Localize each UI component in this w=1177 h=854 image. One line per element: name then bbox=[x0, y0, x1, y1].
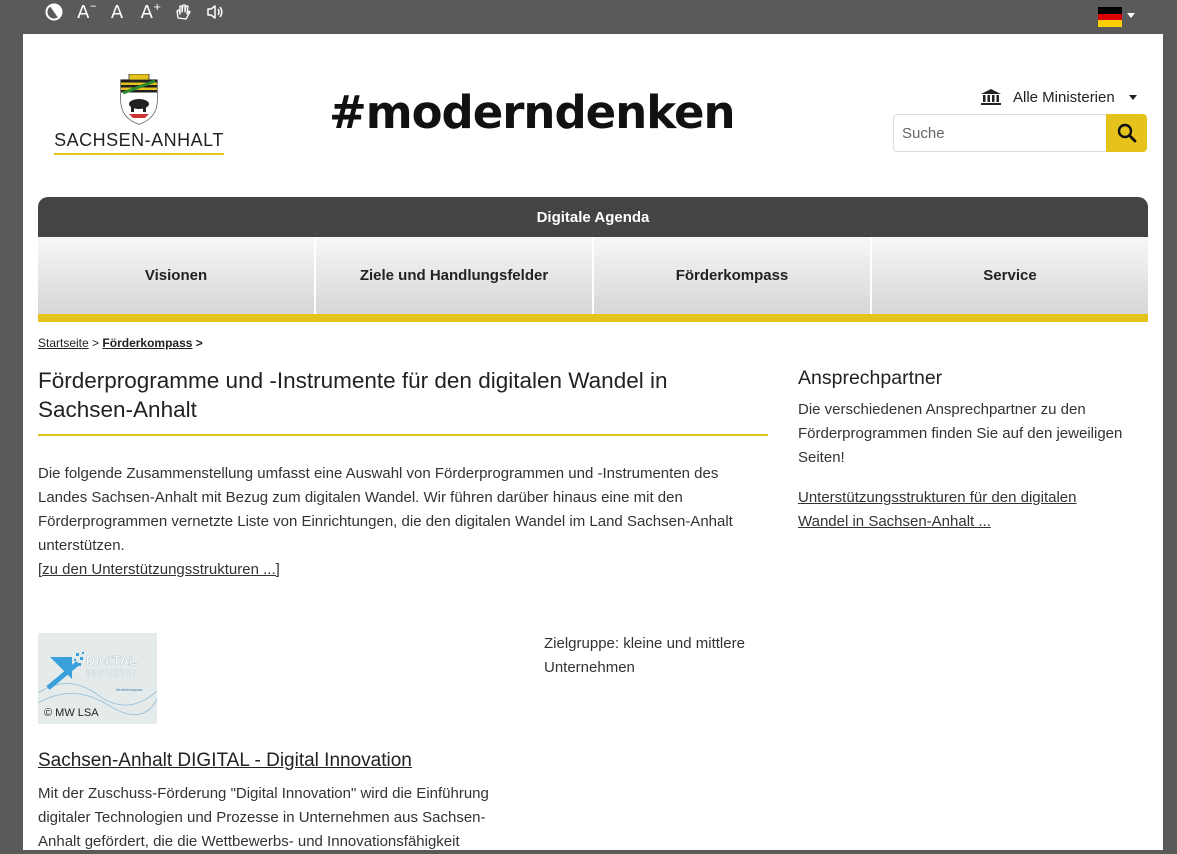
main-navigation: Visionen Ziele und Handlungsfelder Förde… bbox=[38, 237, 1148, 314]
article-thumbnail[interactable]: DIGITAL INNOVATION förderkompass © MW LS… bbox=[38, 633, 157, 724]
logo-sachsen-anhalt[interactable]: SACHSEN-ANHALT bbox=[54, 74, 224, 156]
font-larger-icon[interactable]: A + bbox=[140, 2, 162, 23]
intro-section: Die folgende Zusammenstellung umfasst ei… bbox=[38, 462, 768, 582]
thumb-title: DIGITAL bbox=[86, 653, 137, 668]
sign-language-icon[interactable] bbox=[173, 2, 193, 22]
sidebar-support-link[interactable]: Unterstützungsstrukturen für den digital… bbox=[798, 486, 1128, 534]
accessibility-toolbar: A − A A + bbox=[0, 0, 1177, 34]
sidebar-title: Ansprechpartner bbox=[798, 367, 943, 389]
logo-text: SACHSEN-ANHALT bbox=[54, 130, 224, 155]
coat-of-arms-icon bbox=[120, 74, 158, 125]
institution-icon bbox=[981, 89, 1001, 105]
thumb-subtitle: INNOVATION bbox=[86, 669, 135, 678]
nav-item-visionen[interactable]: Visionen bbox=[38, 237, 316, 314]
breadcrumb-separator: > bbox=[195, 336, 203, 350]
article-teaser: Mit der Zuschuss-Förderung "Digital Inno… bbox=[38, 785, 489, 850]
breadcrumb-current[interactable]: Förderkompass bbox=[102, 336, 192, 350]
article-title-link[interactable]: Sachsen-Anhalt DIGITAL - Digital Innovat… bbox=[38, 750, 412, 772]
page-content: SACHSEN-ANHALT #moderndenken Alle Minist… bbox=[23, 34, 1163, 850]
intro-text: Die folgende Zusammenstellung umfasst ei… bbox=[38, 465, 733, 554]
sidebar-text: Die verschiedenen Ansprechpartner zu den… bbox=[798, 401, 1123, 466]
chevron-down-icon bbox=[1128, 94, 1137, 100]
ministry-label: Alle Ministerien bbox=[1013, 88, 1115, 106]
hashtag-slogan: #moderndenken bbox=[329, 86, 736, 139]
breadcrumb: Startseite > Förderkompass > bbox=[38, 336, 203, 350]
search-icon bbox=[1117, 123, 1136, 143]
search-button[interactable] bbox=[1106, 114, 1147, 152]
nav-accent-bar bbox=[38, 314, 1148, 322]
image-copyright: © MW LSA bbox=[44, 707, 99, 719]
nav-item-foerderkompass[interactable]: Förderkompass bbox=[594, 237, 872, 314]
nav-item-service[interactable]: Service bbox=[872, 237, 1148, 314]
read-aloud-icon[interactable] bbox=[205, 2, 225, 22]
language-flag-icon[interactable] bbox=[1098, 7, 1122, 27]
ministry-dropdown[interactable]: Alle Ministerien bbox=[981, 86, 1137, 108]
font-normal-icon[interactable]: A bbox=[108, 2, 126, 23]
nav-item-ziele[interactable]: Ziele und Handlungsfelder bbox=[316, 237, 594, 314]
contrast-icon[interactable] bbox=[44, 2, 64, 22]
breadcrumb-separator: > bbox=[92, 336, 100, 350]
page-title: Förderprogramme und -Instrumente für den… bbox=[38, 366, 768, 436]
nav-digitale-agenda[interactable]: Digitale Agenda bbox=[38, 197, 1148, 237]
language-caret-icon[interactable] bbox=[1127, 13, 1135, 18]
search-input[interactable] bbox=[893, 114, 1106, 152]
search-box bbox=[893, 114, 1147, 152]
support-structures-link[interactable]: [zu den Unterstützungsstrukturen ...] bbox=[38, 561, 280, 578]
font-smaller-icon[interactable]: A − bbox=[77, 2, 97, 23]
thumb-small: förderkompass bbox=[116, 687, 142, 692]
breadcrumb-home[interactable]: Startseite bbox=[38, 336, 89, 350]
target-group: Zielgruppe: kleine und mittlere Unterneh… bbox=[544, 635, 745, 676]
